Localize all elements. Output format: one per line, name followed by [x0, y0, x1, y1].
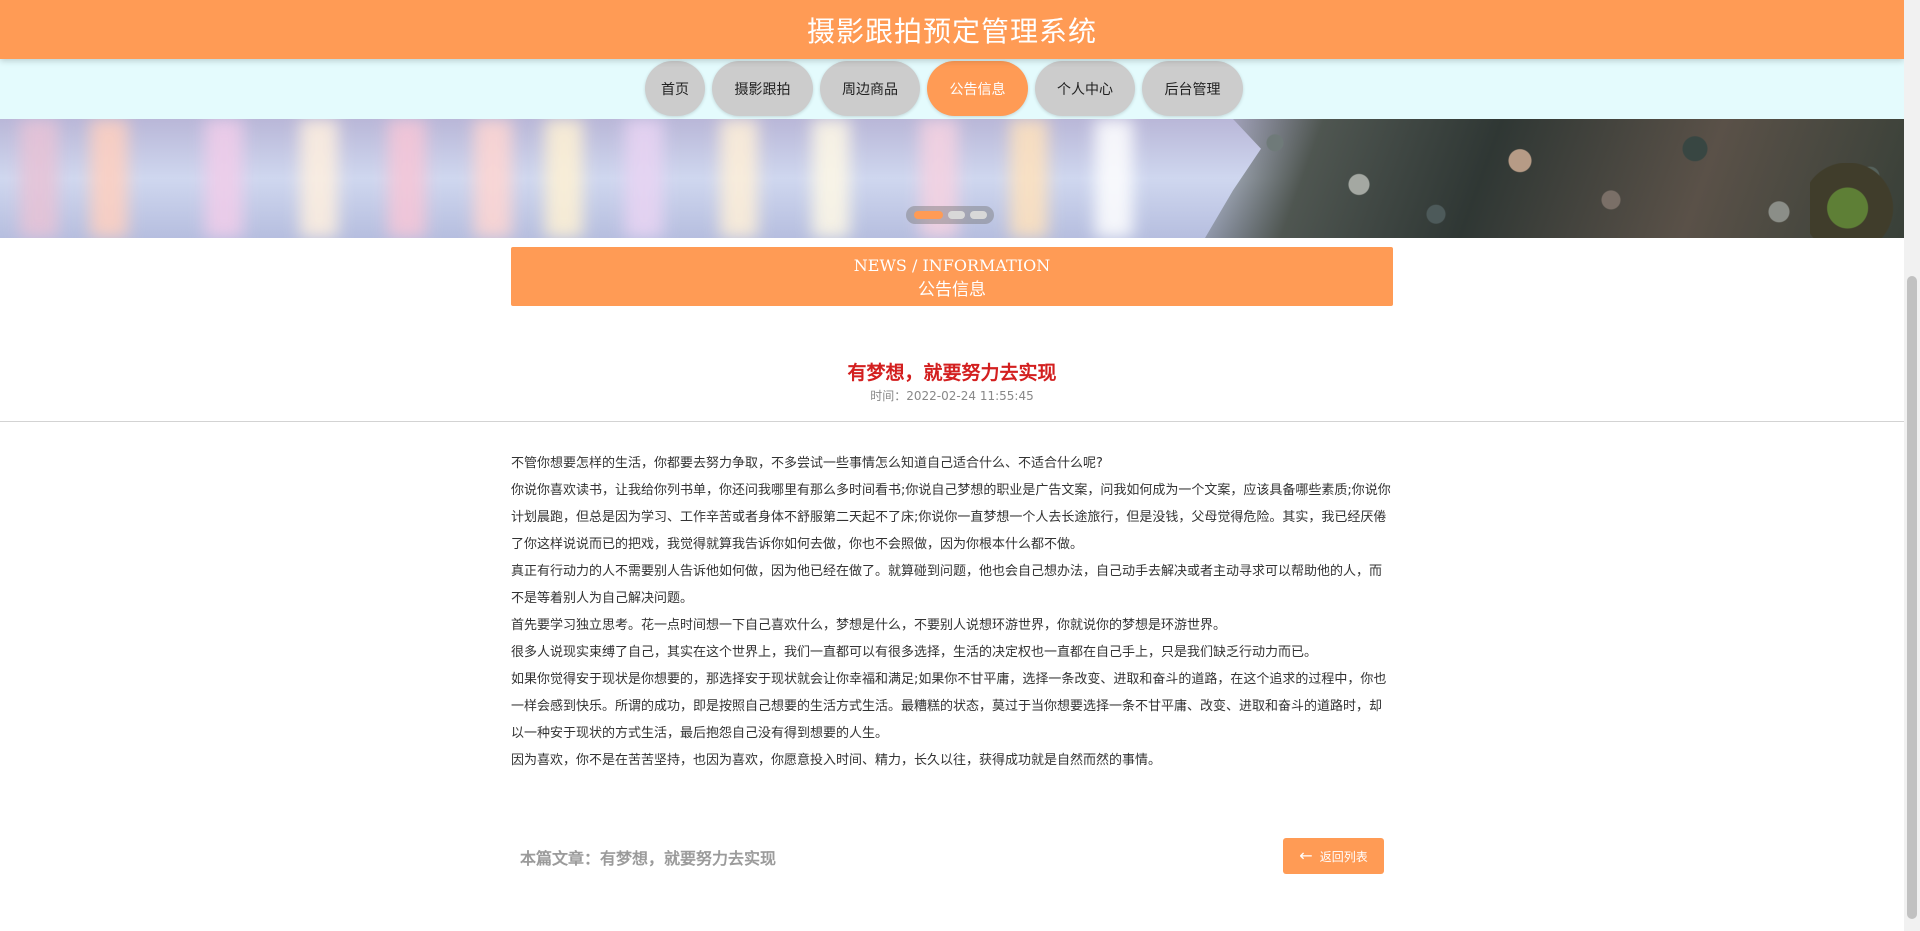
- section-header: NEWS / INFORMATION 公告信息: [511, 247, 1393, 306]
- nav-personal-center[interactable]: 个人中心: [1035, 61, 1135, 116]
- water-reflection: [90, 119, 128, 238]
- water-reflection: [812, 119, 850, 238]
- article-paragraph: 因为喜欢，你不是在苦苦坚持，也因为喜欢，你愿意投入时间、精力，长久以往，获得成功…: [511, 753, 1162, 768]
- carousel-indicators: [906, 206, 994, 224]
- nav-admin[interactable]: 后台管理: [1142, 61, 1243, 116]
- water-reflection: [1095, 119, 1133, 238]
- article-paragraph: 如果你觉得安于现状是你想要的，那选择安于现状就会让你幸福和满足;如果你不甘平庸，…: [511, 672, 1387, 741]
- site-header: 摄影跟拍预定管理系统: [0, 0, 1904, 59]
- article-paragraph: 首先要学习独立思考。花一点时间想一下自己喜欢什么，梦想是什么，不要别人说想环游世…: [511, 618, 1227, 633]
- water-reflection: [205, 119, 243, 238]
- nav-home[interactable]: 首页: [645, 61, 705, 116]
- current-article-label: 本篇文章：有梦想，就要努力去实现: [520, 849, 777, 868]
- nav-list: 首页 摄影跟拍 周边商品 公告信息 个人中心 后台管理: [645, 61, 1243, 116]
- carousel-dot[interactable]: [970, 211, 987, 219]
- article-paragraph: 真正有行动力的人不需要别人告诉他如何做，因为他已经在做了。就算碰到问题，他也会自…: [511, 564, 1383, 606]
- section-chinese-title: 公告信息: [918, 280, 986, 300]
- site-title: 摄影跟拍预定管理系统: [806, 14, 1097, 48]
- water-reflection: [20, 119, 58, 238]
- carousel-dot-active[interactable]: [914, 211, 943, 219]
- water-reflection: [1010, 119, 1048, 238]
- rocky-shore: [1205, 119, 1904, 238]
- page: 摄影跟拍预定管理系统 首页 摄影跟拍 周边商品 公告信息 个人中心 后台管理 N…: [0, 0, 1904, 931]
- back-to-list-button[interactable]: ← 返回列表: [1283, 838, 1384, 874]
- nav-photography-follow[interactable]: 摄影跟拍: [712, 61, 813, 116]
- page-scrollbar[interactable]: [1904, 0, 1920, 931]
- article-paragraph: 很多人说现实束缚了自己，其实在这个世界上，我们一直都可以有很多选择，生活的决定权…: [511, 645, 1318, 660]
- grass-patch: [1810, 163, 1904, 238]
- article-time: 时间：2022-02-24 11:55:45: [870, 389, 1034, 403]
- content-divider: [0, 421, 1904, 422]
- water-reflection: [388, 119, 426, 238]
- water-reflection: [545, 119, 583, 238]
- water-reflection: [625, 119, 663, 238]
- section-english-title: NEWS / INFORMATION: [853, 256, 1051, 275]
- nav-announcement[interactable]: 公告信息: [927, 61, 1028, 116]
- water-reflection: [300, 119, 338, 238]
- article-body: 不管你想要怎样的生活，你都要去努力争取，不多尝试一些事情怎么知道自己适合什么、不…: [511, 450, 1393, 774]
- scrollbar-thumb[interactable]: [1907, 276, 1917, 919]
- article-paragraph: 不管你想要怎样的生活，你都要去努力争取，不多尝试一些事情怎么知道自己适合什么、不…: [511, 456, 1103, 471]
- carousel-dot[interactable]: [948, 211, 965, 219]
- back-to-list-label: 返回列表: [1319, 849, 1368, 864]
- article-title: 有梦想，就要努力去实现: [847, 361, 1057, 384]
- water-reflection: [474, 119, 512, 238]
- arrow-left-icon: ←: [1299, 846, 1313, 865]
- main-navigation: 首页 摄影跟拍 周边商品 公告信息 个人中心 后台管理: [0, 59, 1904, 119]
- water-reflection: [720, 119, 758, 238]
- article-paragraph: 你说你喜欢读书，让我给你列书单，你还问我哪里有那么多时间看书;你说自己梦想的职业…: [511, 483, 1391, 552]
- nav-peripheral-products[interactable]: 周边商品: [820, 61, 920, 116]
